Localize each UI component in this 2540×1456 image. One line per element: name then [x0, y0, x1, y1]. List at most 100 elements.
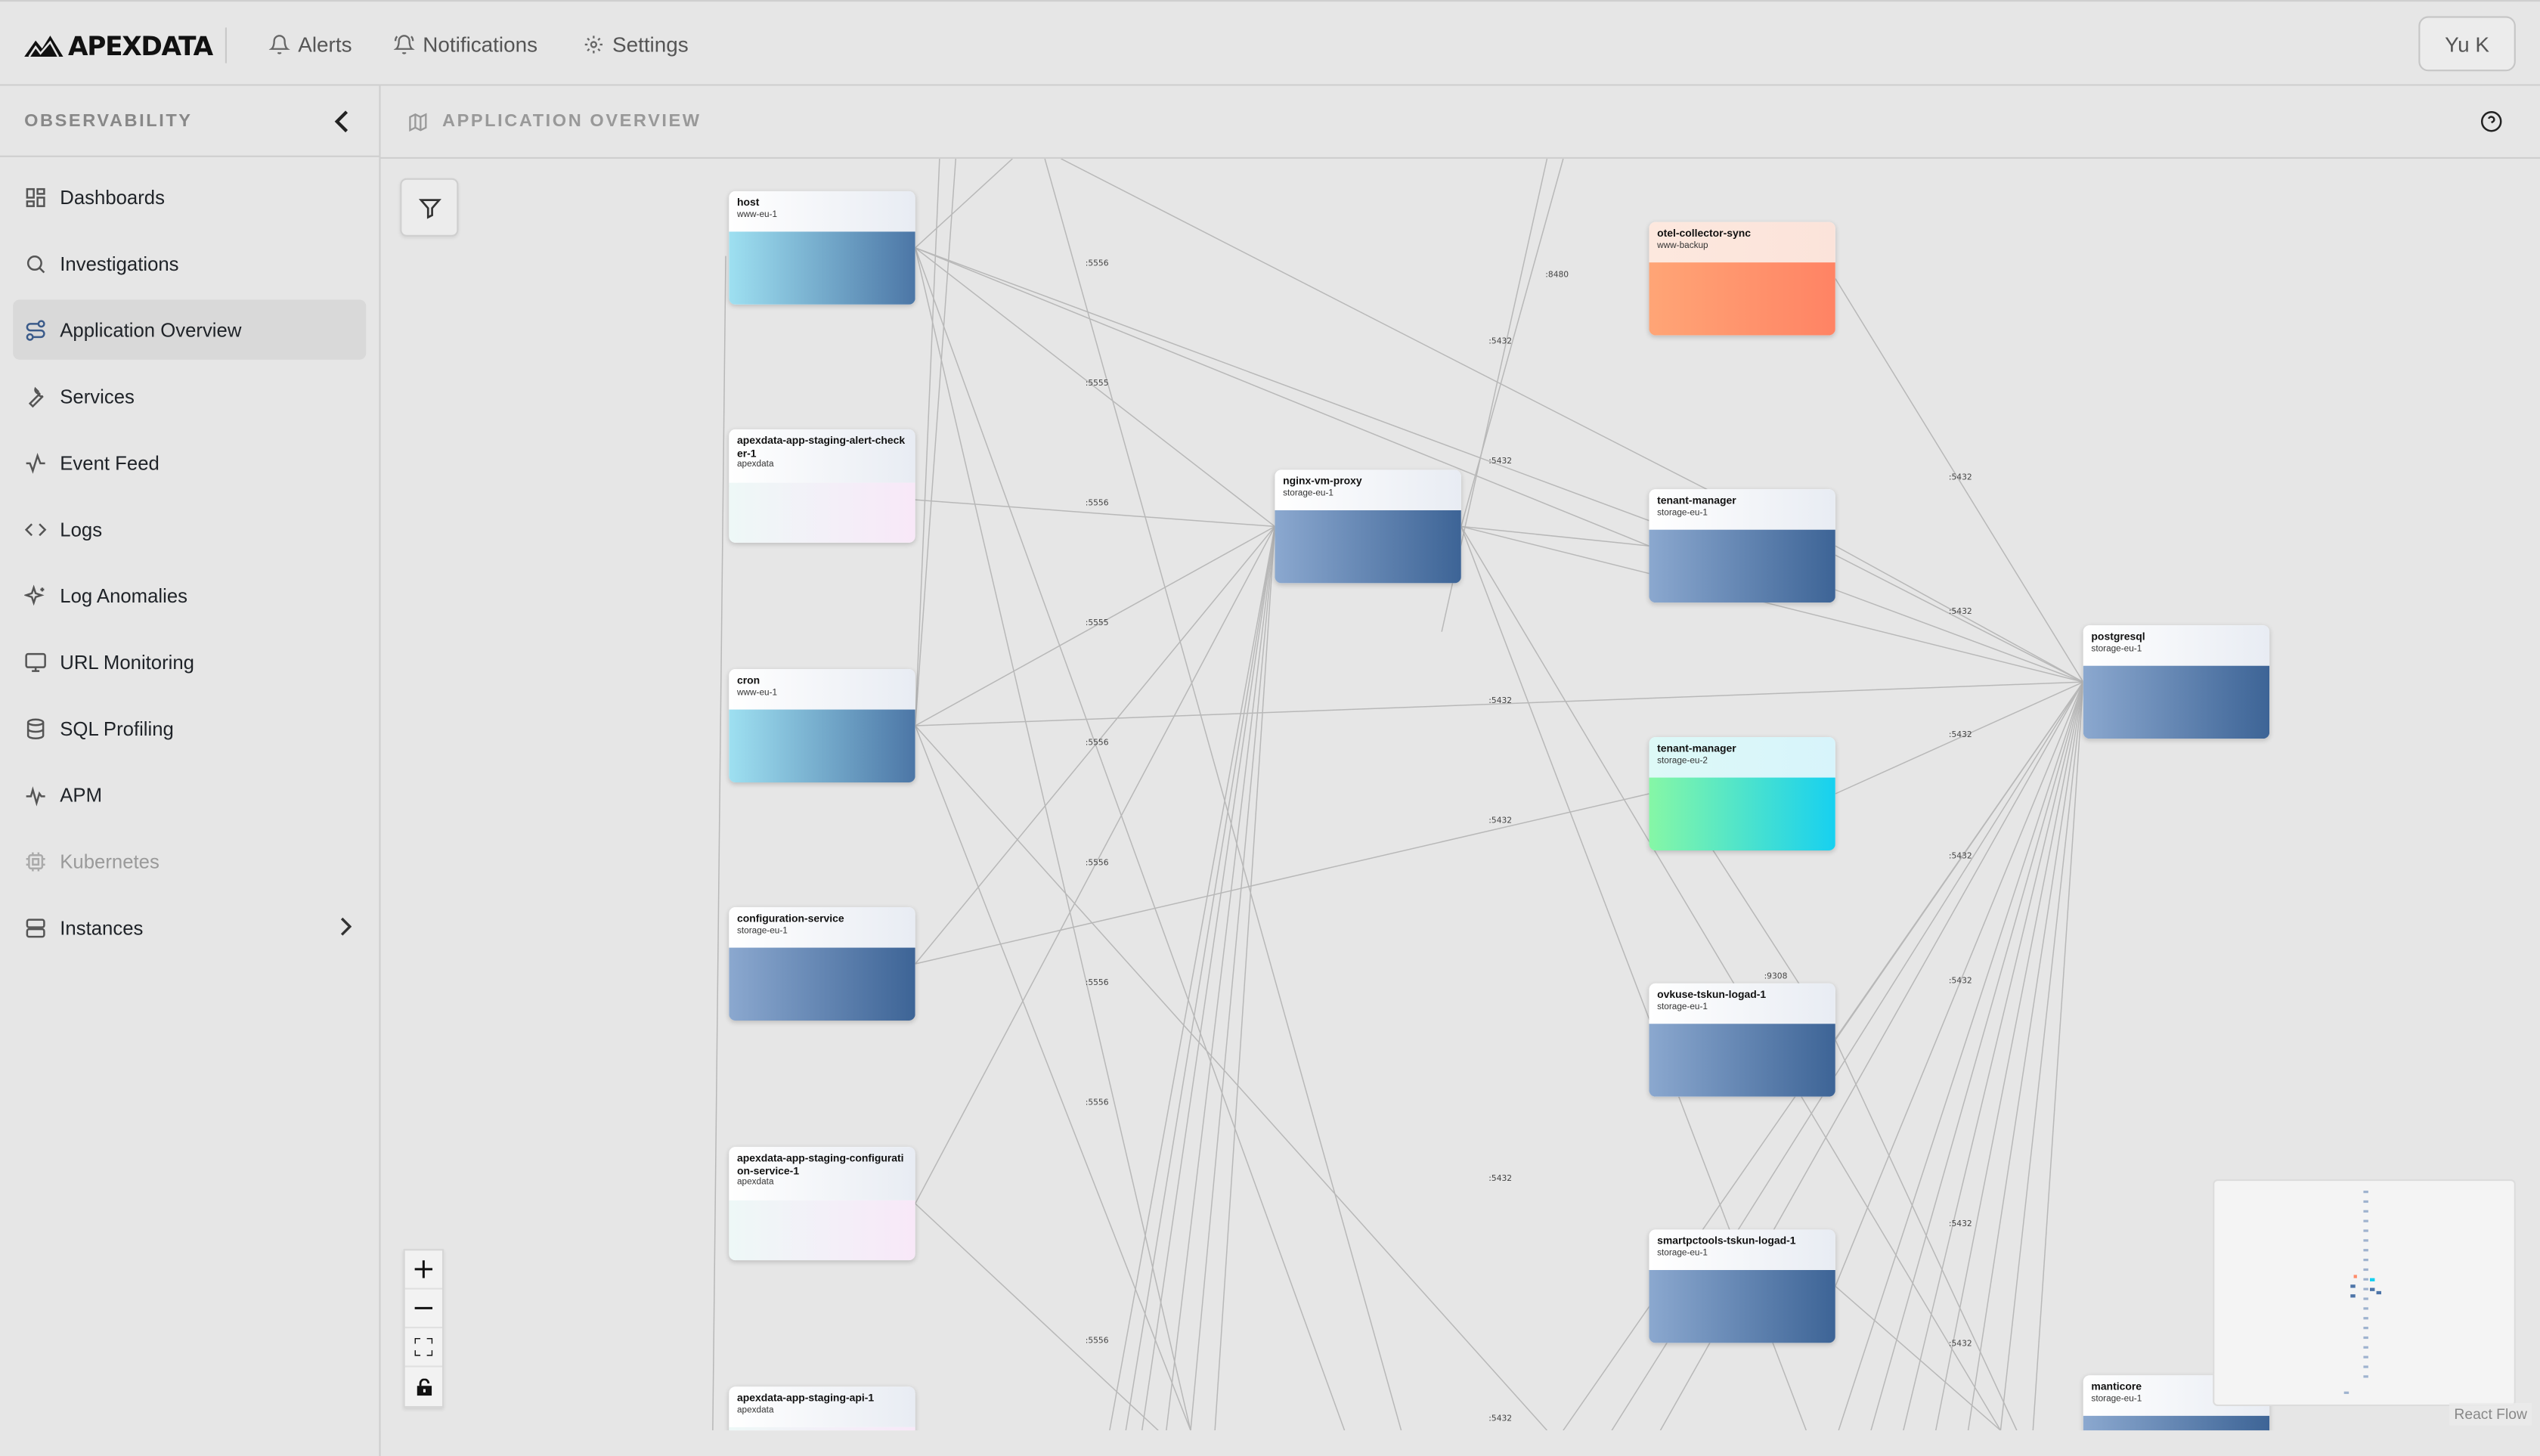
user-menu-button[interactable]: Yu K [2418, 16, 2516, 72]
graph-edge [1044, 159, 1402, 1431]
node-tenant-manager-1[interactable]: tenant-manager storage-eu-1 [1649, 489, 1835, 603]
minus-icon [414, 1306, 433, 1309]
sidebar-item-url-monitoring[interactable]: URL Monitoring [13, 632, 366, 692]
monitor-icon [25, 652, 46, 671]
graph-edge [915, 725, 1547, 1431]
graph-edge [1109, 526, 1276, 1431]
graph-edge [1934, 681, 2084, 1431]
edge-port-label: :5432 [1488, 1413, 1512, 1423]
sidebar-item-logs[interactable]: Logs [13, 499, 366, 559]
route-icon [26, 319, 45, 340]
top-divider [225, 27, 227, 64]
sidebar-item-apm[interactable]: APM [13, 764, 366, 824]
zoom-in-button[interactable] [404, 1250, 442, 1290]
sidebar-item-log-anomalies[interactable]: Log Anomalies [13, 565, 366, 625]
edge-port-label: :5556 [1086, 977, 1109, 987]
sidebar-item-label: Application Overview [60, 318, 242, 342]
sidebar-header: OBSERVABILITY [0, 86, 379, 157]
node-host-label: storage-eu-1 [736, 925, 788, 936]
apexdata-logo[interactable]: APEXDATA [24, 27, 213, 63]
edge-port-label: :8480 [1545, 269, 1569, 279]
node-cron[interactable]: cron www-eu-1 [729, 669, 915, 782]
notifications-label: Notifications [423, 32, 538, 57]
lock-button[interactable] [405, 1368, 442, 1406]
sidebar-item-services[interactable]: Services [13, 366, 366, 426]
logo-text: APEXDATA [68, 29, 213, 61]
edge-port-label: :9308 [1764, 971, 1788, 980]
node-name: tenant-manager [1657, 495, 1736, 507]
sidebar-item-label: Services [60, 384, 135, 407]
alerts-label: Alerts [298, 32, 352, 57]
node-ovkuse-tskun-logad[interactable]: ovkuse-tskun-logad-1 storage-eu-1 [1649, 983, 1835, 1097]
sidebar-item-label: Dashboards [60, 185, 165, 209]
chevron-left-icon[interactable] [332, 110, 352, 132]
cpu-icon [26, 851, 45, 871]
react-flow-attribution[interactable]: React Flow [2449, 1402, 2532, 1426]
sidebar-item-kubernetes: Kubernetes [13, 831, 366, 891]
gear-icon [584, 36, 602, 54]
filter-button[interactable] [400, 178, 459, 237]
sidebar-item-label: Logs [60, 517, 103, 541]
notifications-nav[interactable]: Notifications [393, 2, 538, 88]
sidebar-item-label: Kubernetes [60, 849, 160, 872]
sidebar-item-label: URL Monitoring [60, 650, 194, 674]
graph-edge [1903, 681, 2084, 1431]
flow-canvas[interactable]: :5556:5555:5556:5555:5556:5556:5556:5556… [380, 159, 2540, 1431]
node-tenant-manager-2[interactable]: tenant-manager storage-eu-2 [1649, 736, 1835, 850]
node-name: tenant-manager [1657, 743, 1736, 755]
graph-edge [1967, 682, 2084, 1431]
sidebar-item-dashboards[interactable]: Dashboards [13, 167, 366, 227]
graph-edge [1460, 525, 1649, 547]
node-host-label: apexdata [736, 1405, 774, 1415]
node-body [729, 231, 915, 305]
edge-port-label: :5556 [1086, 738, 1109, 748]
node-api[interactable]: apexdata-app-staging-api-1 apexdata [729, 1386, 915, 1431]
graph-edge [915, 725, 1191, 1431]
sidebar-item-application-overview[interactable]: Application Overview [13, 299, 367, 360]
page-header: APPLICATION OVERVIEW [380, 85, 2540, 159]
edge-port-label: :5432 [1949, 851, 1972, 861]
graph-edge [1141, 526, 1276, 1431]
edge-port-label: :5432 [1949, 472, 1972, 482]
search-icon [26, 254, 45, 273]
chevron-right-icon[interactable] [339, 917, 352, 937]
node-host-label: storage-eu-1 [1657, 507, 1708, 518]
edge-port-label: :5432 [1949, 1339, 1972, 1349]
node-alert-checker[interactable]: apexdata-app-staging-alert-check er-1 ape… [729, 429, 915, 543]
sidebar-item-event-feed[interactable]: Event Feed [13, 432, 366, 492]
node-otel-collector-sync[interactable]: otel-collector-sync www-backup [1649, 221, 1835, 336]
edge-port-label: :5432 [1488, 456, 1512, 466]
node-host-label: www-eu-1 [736, 209, 778, 220]
minimap[interactable] [2213, 1179, 2516, 1406]
help-circle-icon[interactable] [2480, 110, 2503, 133]
node-body [1649, 262, 1835, 336]
node-host[interactable]: host www-eu-1 [729, 191, 915, 305]
node-configuration-service[interactable]: configuration-service storage-eu-1 [729, 907, 915, 1021]
graph-edge [915, 1203, 1159, 1431]
graph-edge [1460, 159, 1564, 527]
node-host-label: apexdata [736, 1177, 774, 1188]
node-nginx-vm-proxy[interactable]: nginx-vm-proxy storage-eu-1 [1275, 469, 1461, 584]
alerts-nav[interactable]: Alerts [268, 2, 352, 88]
node-configuration-service-1[interactable]: apexdata-app-staging-configurati on-serv… [729, 1147, 915, 1261]
node-name: nginx-vm-proxy [1283, 476, 1362, 488]
node-smartpctools-tskun-logad[interactable]: smartpctools-tskun-logad-1 storage-eu-1 [1649, 1229, 1835, 1343]
mountain-logo-icon [24, 36, 64, 57]
sidebar-item-sql-profiling[interactable]: SQL Profiling [13, 699, 366, 758]
edge-port-label: :5555 [1086, 618, 1109, 627]
settings-nav[interactable]: Settings [583, 2, 689, 88]
edge-port-label: :5556 [1086, 1097, 1109, 1107]
node-body [729, 947, 915, 1021]
node-body [1649, 1270, 1835, 1343]
bell-icon [268, 35, 290, 54]
fit-view-button[interactable] [404, 1328, 442, 1368]
zoom-out-button[interactable] [404, 1290, 442, 1329]
fit-view-icon [414, 1338, 433, 1356]
node-postgresql[interactable]: postgresql storage-eu-1 [2083, 625, 2270, 739]
sidebar-item-instances[interactable]: Instances [13, 897, 366, 957]
node-host-label: www-backup [1657, 240, 1708, 251]
node-name: apexdata-app-staging-api-1 [736, 1392, 875, 1405]
node-host-label: storage-eu-1 [1657, 1002, 1708, 1012]
sidebar-item-investigations[interactable]: Investigations [13, 234, 366, 293]
filter-icon [417, 198, 441, 218]
